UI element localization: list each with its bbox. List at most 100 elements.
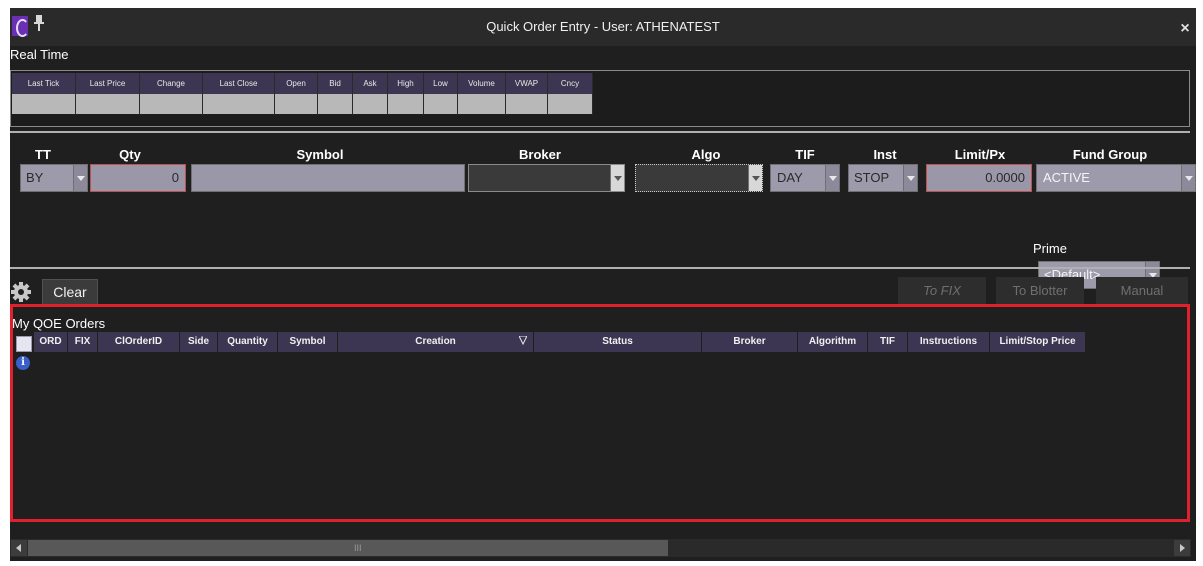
realtime-column-header: Last Close [203, 73, 274, 94]
realtime-column-header: VWAP [506, 73, 547, 94]
limit-price-value: 0.0000 [985, 170, 1025, 185]
prime-label: Prime [1033, 241, 1067, 256]
scroll-left-arrow[interactable] [11, 540, 27, 556]
tt-header: TT [35, 147, 51, 162]
realtime-cell [275, 94, 317, 114]
scroll-thumb[interactable]: III [28, 540, 668, 556]
tif-header: TIF [795, 147, 815, 162]
orders-header-row: ORD FIX ClOrderID Side Quantity Symbol C… [16, 332, 1188, 352]
column-header-quantity[interactable]: Quantity [218, 332, 278, 352]
to-blotter-button[interactable]: To Blotter [996, 277, 1084, 305]
qty-input[interactable]: 0 [90, 164, 186, 192]
chevron-down-icon[interactable] [825, 165, 839, 191]
column-header-symbol[interactable]: Symbol [278, 332, 338, 352]
quick-order-entry-window: Quick Order Entry - User: ATHENATEST × R… [10, 8, 1196, 561]
orders-title: My QOE Orders [12, 316, 106, 331]
algo-header: Algo [691, 147, 721, 162]
tif-dropdown[interactable]: DAY [770, 164, 840, 192]
column-header-algorithm[interactable]: Algorithm [798, 332, 868, 352]
column-header-broker[interactable]: Broker [702, 332, 798, 352]
fund-group-dropdown[interactable]: ACTIVE [1036, 164, 1196, 192]
broker-header: Broker [519, 147, 561, 162]
realtime-column: VWAP [506, 73, 548, 115]
horizontal-scrollbar[interactable]: III [10, 539, 1191, 557]
realtime-cell [140, 94, 202, 114]
column-header-status[interactable]: Status [534, 332, 702, 352]
realtime-cell [548, 94, 592, 114]
realtime-column-header: Last Tick [12, 73, 75, 94]
column-header-instructions[interactable]: Instructions [908, 332, 990, 352]
realtime-column-header: Ask [353, 73, 387, 94]
limit-price-input[interactable]: 0.0000 [926, 164, 1032, 192]
info-icon[interactable]: i [16, 356, 30, 370]
realtime-column-header: Last Price [76, 73, 139, 94]
inst-value: STOP [854, 170, 890, 185]
fund-group-header: Fund Group [1072, 147, 1148, 162]
column-header-fix[interactable]: FIX [68, 332, 98, 352]
realtime-column: High [388, 73, 424, 115]
gear-icon[interactable] [10, 281, 32, 303]
chevron-down-icon[interactable] [610, 165, 624, 191]
chevron-down-icon[interactable] [903, 165, 917, 191]
manual-button[interactable]: Manual [1096, 277, 1188, 305]
realtime-column-header: High [388, 73, 423, 94]
realtime-column: Bid [318, 73, 353, 115]
realtime-column-header: Cncy [548, 73, 592, 94]
realtime-column: Low [424, 73, 458, 115]
divider [10, 267, 1190, 269]
tt-value: BY [26, 170, 44, 185]
realtime-cell [203, 94, 274, 114]
realtime-column-header: Bid [318, 73, 352, 94]
realtime-column: Cncy [548, 73, 593, 115]
qty-value: 0 [171, 170, 179, 185]
realtime-column: Open [275, 73, 318, 115]
clear-button[interactable]: Clear [42, 279, 98, 305]
column-header-ord[interactable]: ORD [34, 332, 68, 352]
qty-header: Qty [119, 147, 141, 162]
limit-header: Limit/Px [954, 147, 1006, 162]
chevron-down-icon[interactable] [1181, 165, 1195, 191]
column-header-clorderid[interactable]: ClOrderID [98, 332, 180, 352]
realtime-column: Volume [458, 73, 506, 115]
column-header-creation[interactable]: Creation [338, 332, 534, 352]
close-icon[interactable]: × [1178, 21, 1192, 37]
window-title: Quick Order Entry - User: ATHENATEST [486, 19, 720, 34]
inst-dropdown[interactable]: STOP [848, 164, 918, 192]
realtime-column: Change [140, 73, 203, 115]
column-header-tif[interactable]: TIF [868, 332, 908, 352]
tif-value: DAY [777, 170, 803, 185]
chevron-down-icon[interactable] [73, 165, 87, 191]
realtime-grid: Last Tick Last Price Change Last Close O… [12, 73, 593, 115]
title-bar[interactable]: Quick Order Entry - User: ATHENATEST × [10, 8, 1196, 46]
fund-group-value: ACTIVE [1043, 170, 1090, 185]
realtime-panel: Last Tick Last Price Change Last Close O… [10, 70, 1190, 127]
tt-dropdown[interactable]: BY [20, 164, 88, 192]
inst-header: Inst [873, 147, 897, 162]
algo-dropdown[interactable] [635, 164, 763, 192]
scroll-right-arrow[interactable] [1174, 540, 1190, 556]
realtime-cell [424, 94, 457, 114]
realtime-cell [318, 94, 352, 114]
realtime-cell [12, 94, 75, 114]
symbol-input[interactable] [191, 164, 465, 192]
broker-dropdown[interactable] [468, 164, 625, 192]
realtime-column: Ask [353, 73, 388, 115]
realtime-cell [76, 94, 139, 114]
divider [10, 131, 1190, 133]
realtime-column-header: Volume [458, 73, 505, 94]
sort-filter-icon[interactable] [519, 336, 527, 346]
realtime-column-header: Change [140, 73, 202, 94]
chevron-down-icon[interactable] [748, 165, 762, 191]
realtime-cell [388, 94, 423, 114]
realtime-column: Last Price [76, 73, 140, 115]
realtime-column: Last Close [203, 73, 275, 115]
realtime-column: Last Tick [12, 73, 76, 115]
realtime-column-header: Open [275, 73, 317, 94]
realtime-column-header: Low [424, 73, 457, 94]
realtime-cell [458, 94, 505, 114]
column-header-side[interactable]: Side [180, 332, 218, 352]
realtime-cell [506, 94, 547, 114]
column-header-limit-stop-price[interactable]: Limit/Stop Price [990, 332, 1086, 352]
to-fix-button[interactable]: To FIX [898, 277, 986, 305]
edit-pencil-icon[interactable] [16, 336, 32, 352]
